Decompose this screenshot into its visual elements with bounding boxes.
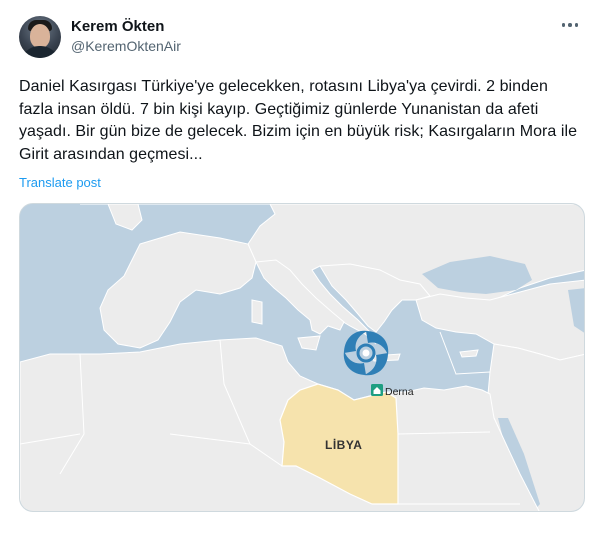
- sardinia-land: [251, 299, 263, 325]
- translate-post-link[interactable]: Translate post: [19, 175, 101, 190]
- author-display-name[interactable]: Kerem Ökten: [71, 18, 164, 35]
- country-label-libya: LİBYA: [325, 437, 362, 452]
- tweet-header: Kerem Ökten @KeremOktenAir: [19, 14, 589, 58]
- mediterranean-map: Derna LİBYA: [20, 204, 584, 511]
- house-marker-icon: [371, 384, 383, 396]
- tweet-media-map[interactable]: Derna LİBYA: [19, 203, 585, 512]
- avatar-suit: [21, 46, 59, 58]
- more-horizontal-icon[interactable]: [559, 16, 581, 34]
- avatar-face: [30, 24, 50, 48]
- tweet-text: Daniel Kasırgası Türkiye'ye gelecekken, …: [19, 78, 578, 163]
- avatar[interactable]: [19, 16, 61, 58]
- author-handle[interactable]: @KeremOktenAir: [71, 38, 181, 54]
- city-label-derna: Derna: [385, 386, 414, 398]
